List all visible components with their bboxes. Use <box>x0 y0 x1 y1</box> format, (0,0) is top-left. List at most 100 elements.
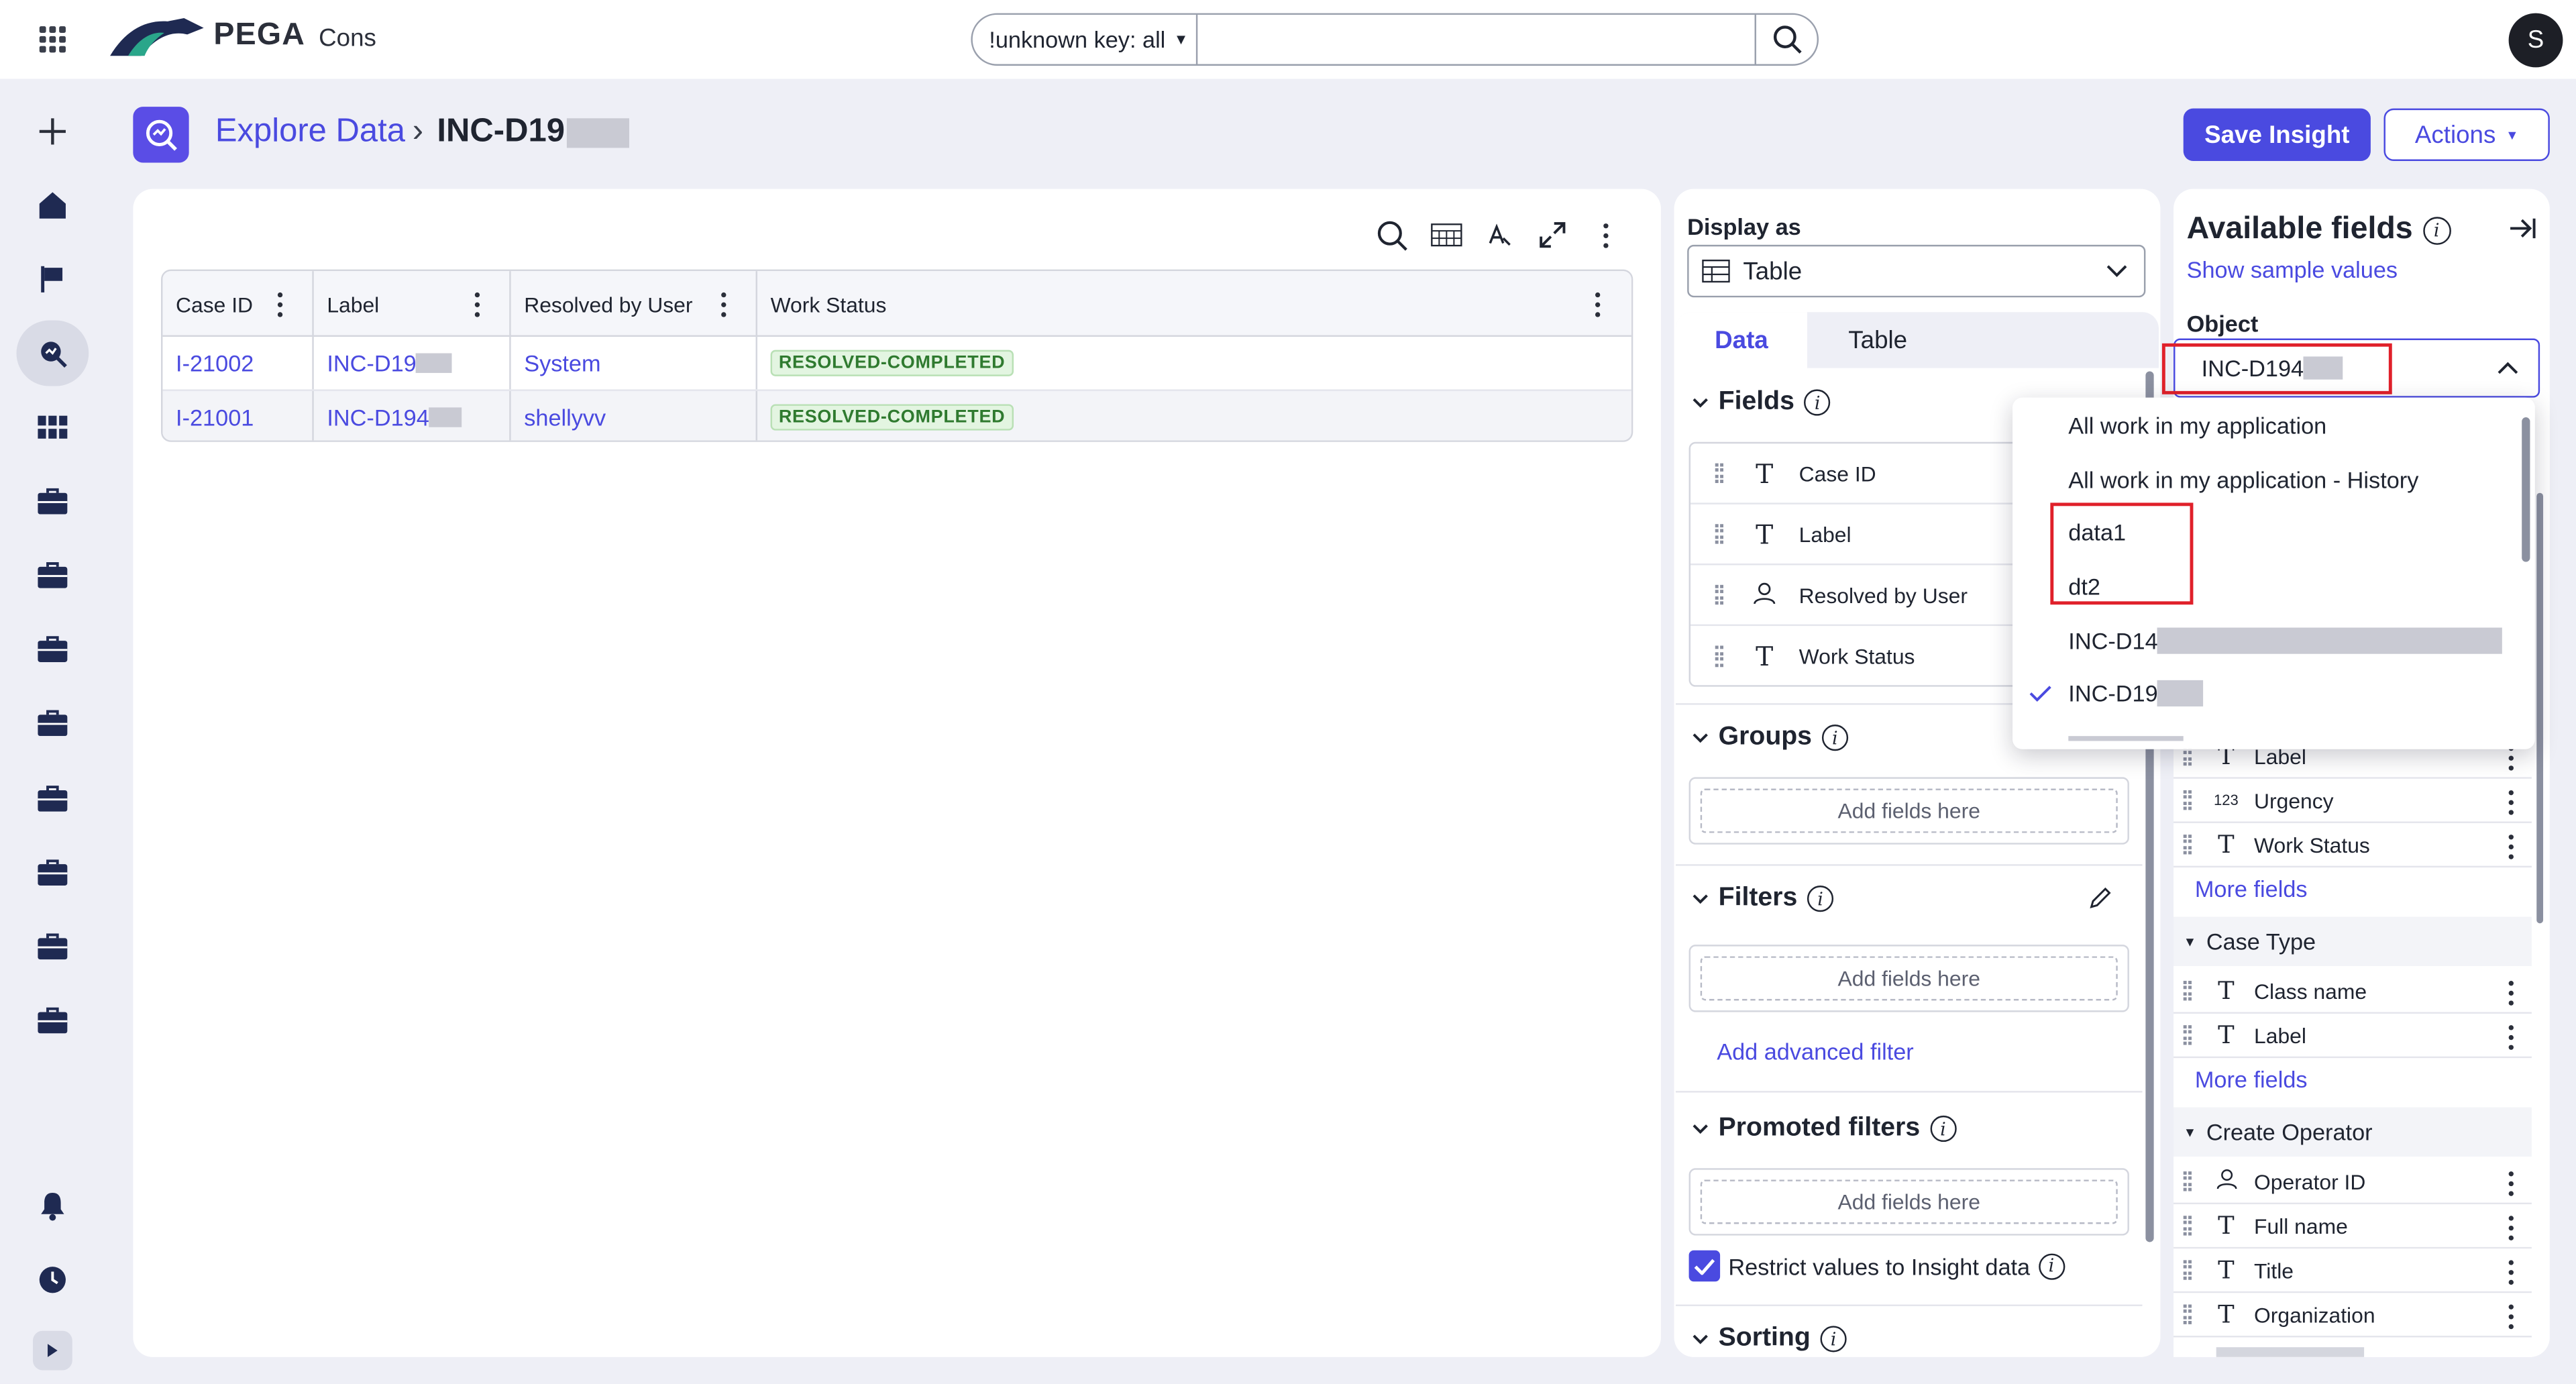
actions-button[interactable]: Actions ▼ <box>2383 108 2550 162</box>
field-menu-icon[interactable] <box>2508 1216 2516 1240</box>
field-menu-icon[interactable] <box>2508 1171 2516 1196</box>
more-fields-link[interactable]: More fields <box>2195 875 2308 902</box>
field-group-create-operator[interactable]: ▼ Create Operator <box>2174 1107 2532 1157</box>
column-header-work-status[interactable]: Work Status <box>757 271 1631 337</box>
field-menu-icon[interactable] <box>2508 981 2516 1006</box>
drag-handle-icon[interactable] <box>2183 1303 2192 1325</box>
nav-case-button[interactable] <box>16 468 89 534</box>
available-field-item[interactable]: T Work Status <box>2174 822 2532 868</box>
dropdown-option[interactable]: All work in my application - History <box>2012 451 2522 506</box>
drag-handle-icon[interactable] <box>1715 523 1724 545</box>
info-icon[interactable]: i <box>1820 1326 1847 1352</box>
field-menu-icon[interactable] <box>2508 790 2516 815</box>
collapse-panel-icon[interactable] <box>2509 217 2537 239</box>
drag-handle-icon[interactable] <box>1715 584 1724 606</box>
nav-apps-button[interactable] <box>16 394 89 460</box>
available-field-item[interactable]: T Organization <box>2174 1293 2532 1338</box>
tab-data[interactable]: Data <box>1675 312 1807 368</box>
cell-case-id[interactable]: I-21001 <box>162 390 314 441</box>
display-as-select[interactable]: Table <box>1687 244 2146 298</box>
info-icon[interactable]: i <box>1821 725 1848 751</box>
nav-flag-button[interactable] <box>16 246 89 312</box>
tab-table[interactable]: Table <box>1807 312 1949 368</box>
filters-section-header[interactable]: Filters i <box>1692 884 1834 914</box>
field-menu-icon[interactable] <box>2508 835 2516 859</box>
nav-case-button[interactable] <box>16 542 89 608</box>
nav-expand-button[interactable] <box>32 1330 72 1371</box>
add-advanced-filter-link[interactable]: Add advanced filter <box>1717 1039 1914 1065</box>
available-field-item[interactable]: T Class name <box>2174 969 2532 1014</box>
nav-notifications-button[interactable] <box>16 1173 89 1239</box>
search-results-button[interactable] <box>1375 219 1408 252</box>
save-insight-button[interactable]: Save Insight <box>2183 108 2371 162</box>
sorting-section-header[interactable]: Sorting i <box>1692 1324 1847 1354</box>
dropdown-option-selected[interactable]: INC-D19 <box>2012 666 2522 720</box>
drag-handle-icon[interactable] <box>2183 1170 2192 1192</box>
drag-handle-icon[interactable] <box>2183 1024 2192 1046</box>
available-field-item[interactable]: T Full name <box>2174 1204 2532 1249</box>
search-scope-select[interactable]: !unknown key: all ▼ <box>973 15 1198 64</box>
nav-case-button[interactable] <box>16 988 89 1053</box>
show-sample-values-link[interactable]: Show sample values <box>2187 256 2398 282</box>
format-button[interactable] <box>1483 219 1516 252</box>
nav-case-button[interactable] <box>16 616 89 682</box>
field-menu-icon[interactable] <box>2508 1260 2516 1285</box>
breadcrumb-explore-data[interactable]: Explore Data <box>215 113 405 151</box>
info-icon[interactable]: i <box>1929 1115 1956 1142</box>
available-field-item[interactable]: T Label <box>2174 1014 2532 1059</box>
drag-handle-icon[interactable] <box>2183 1215 2192 1236</box>
expand-button[interactable] <box>1536 219 1569 252</box>
search-button[interactable] <box>1754 15 1817 64</box>
edit-pencil-icon[interactable] <box>2088 886 2113 910</box>
cell-label[interactable]: INC-D19 <box>314 337 511 390</box>
nav-recents-button[interactable] <box>16 1247 89 1313</box>
field-menu-icon[interactable] <box>2508 1304 2516 1330</box>
info-icon[interactable]: i <box>1804 389 1831 416</box>
fields-section-header[interactable]: Fields i <box>1692 388 1831 417</box>
dropdown-option[interactable]: All work in my application <box>2012 398 2522 452</box>
info-icon[interactable]: i <box>2422 216 2451 244</box>
column-menu-icon[interactable] <box>721 292 728 317</box>
column-header-label[interactable]: Label <box>314 271 511 337</box>
nav-case-button[interactable] <box>16 914 89 979</box>
more-options-button[interactable] <box>1591 219 1623 252</box>
app-launcher-icon[interactable] <box>39 26 66 53</box>
column-header-resolved-by-user[interactable]: Resolved by User <box>511 271 757 337</box>
nav-explore-data-button[interactable] <box>16 320 89 386</box>
available-field-item[interactable]: T Title <box>2174 1248 2532 1293</box>
avatar[interactable]: S <box>2508 13 2563 68</box>
cell-label[interactable]: INC-D194 <box>314 390 511 441</box>
column-menu-icon[interactable] <box>474 292 482 317</box>
more-fields-link[interactable]: More fields <box>2195 1066 2308 1092</box>
drag-handle-icon[interactable] <box>1715 645 1724 667</box>
fields-scrollbar[interactable] <box>2536 492 2544 924</box>
field-menu-icon[interactable] <box>2508 745 2516 771</box>
promoted-filters-section-header[interactable]: Promoted filters i <box>1692 1114 1956 1143</box>
filters-dropzone[interactable]: Add fields here <box>1688 945 2129 1012</box>
promoted-filters-dropzone[interactable]: Add fields here <box>1688 1168 2129 1236</box>
nav-case-button[interactable] <box>16 839 89 905</box>
drag-handle-icon[interactable] <box>2183 1259 2192 1281</box>
groups-section-header[interactable]: Groups i <box>1692 723 1848 753</box>
drag-handle-icon[interactable] <box>2183 833 2192 855</box>
cell-case-id[interactable]: I-21002 <box>162 337 314 390</box>
available-field-item[interactable]: Operator ID <box>2174 1159 2532 1205</box>
column-menu-icon[interactable] <box>277 292 284 317</box>
column-header-case-id[interactable]: Case ID <box>162 271 314 337</box>
nav-case-button[interactable] <box>16 765 89 831</box>
info-icon[interactable]: i <box>2038 1253 2065 1279</box>
nav-case-button[interactable] <box>16 690 89 756</box>
drag-handle-icon[interactable] <box>2183 789 2192 811</box>
drag-handle-icon[interactable] <box>2183 979 2192 1002</box>
available-field-item[interactable]: 123 Urgency <box>2174 778 2532 823</box>
field-group-case-type[interactable]: ▼ Case Type <box>2174 916 2532 967</box>
field-menu-icon[interactable] <box>2508 1025 2516 1050</box>
nav-home-button[interactable] <box>16 172 89 238</box>
dropdown-option[interactable]: INC-D14 <box>2012 613 2522 667</box>
groups-dropzone[interactable]: Add fields here <box>1688 777 2129 845</box>
nav-create-button[interactable] <box>16 99 89 164</box>
cell-resolved-by[interactable]: shellyvv <box>511 390 757 441</box>
cell-resolved-by[interactable]: System <box>511 337 757 390</box>
dropdown-scrollbar[interactable] <box>2522 417 2530 562</box>
search-input[interactable] <box>1197 15 1755 64</box>
